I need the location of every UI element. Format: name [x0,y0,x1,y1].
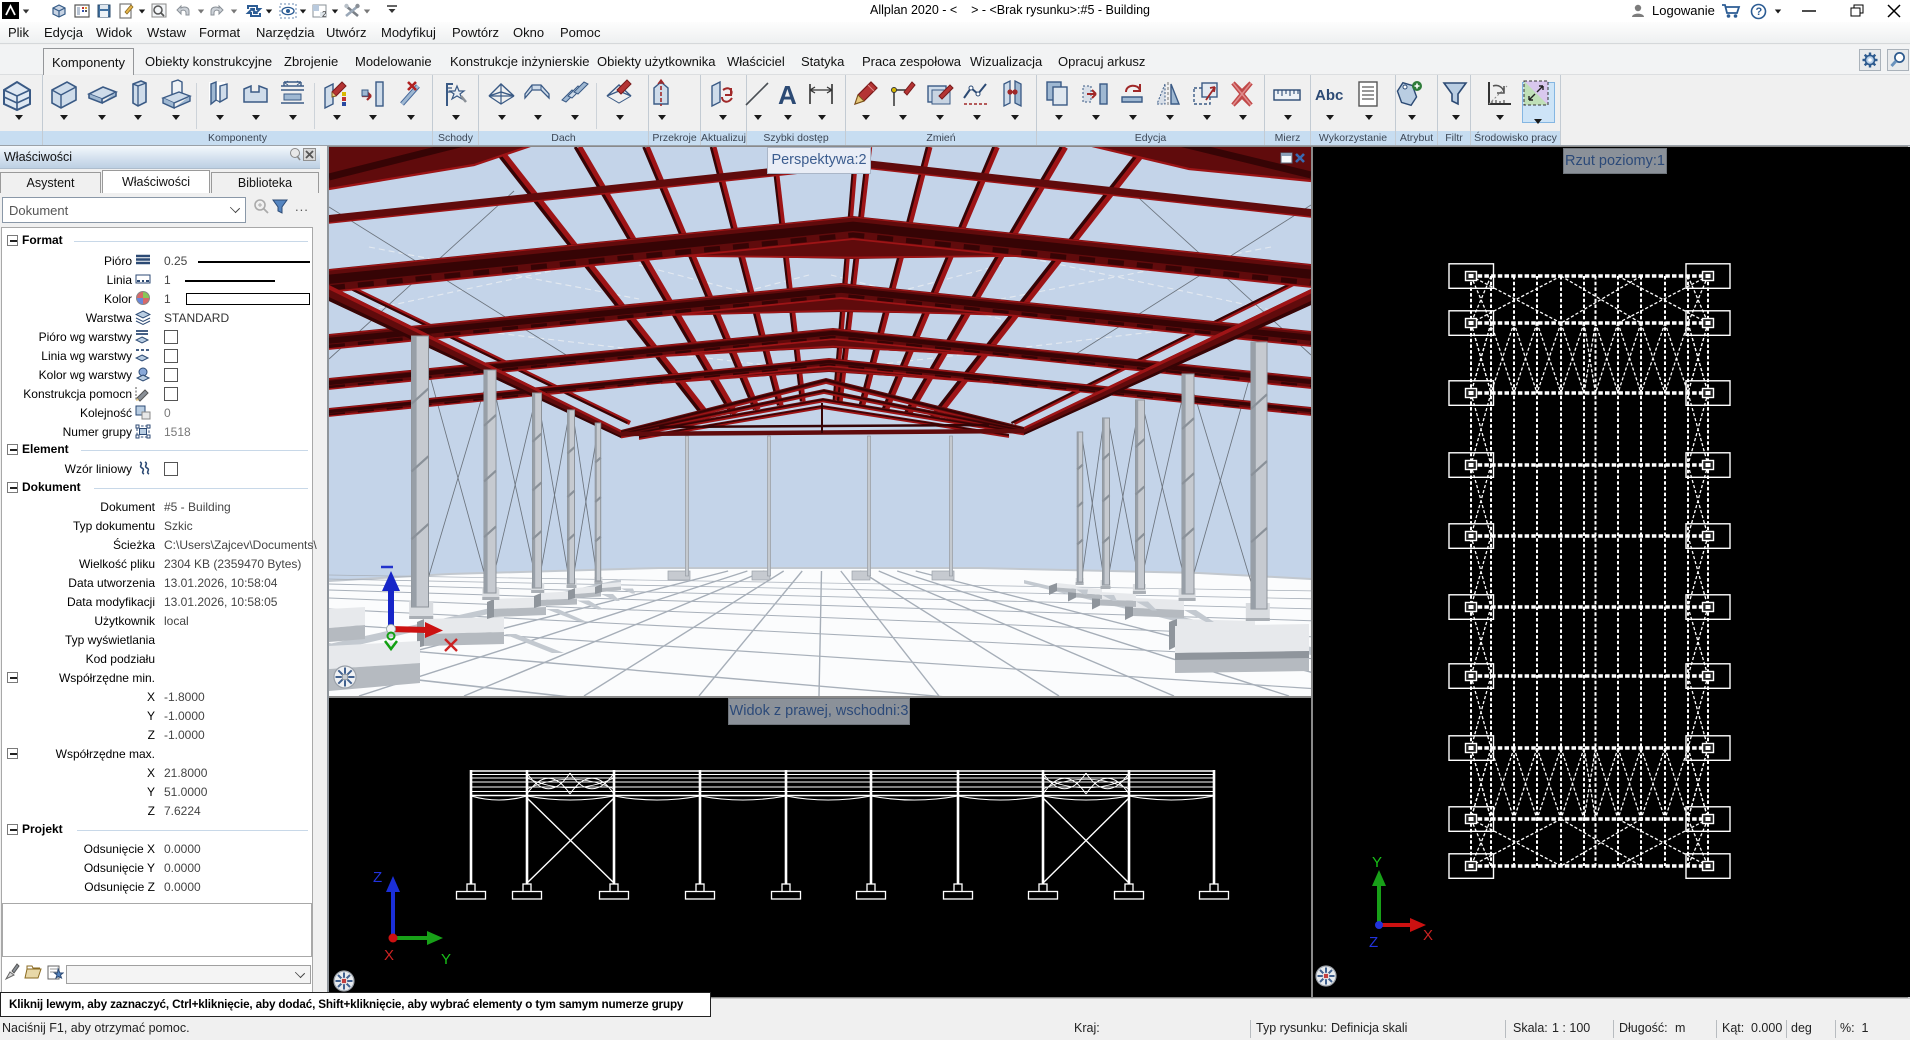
svg-text:Z: Z [1369,934,1378,951]
svg-text:2: 2 [322,10,327,19]
svg-text:Y: Y [441,951,451,968]
svg-text:Y: Y [1372,854,1382,871]
svg-text:Z: Z [373,869,382,886]
svg-text:X: X [1423,927,1433,944]
svg-text:Abc: Abc [1315,87,1343,104]
svg-text:A: A [778,80,797,110]
svg-text:?: ? [1756,6,1763,18]
svg-text:X: X [384,947,394,964]
